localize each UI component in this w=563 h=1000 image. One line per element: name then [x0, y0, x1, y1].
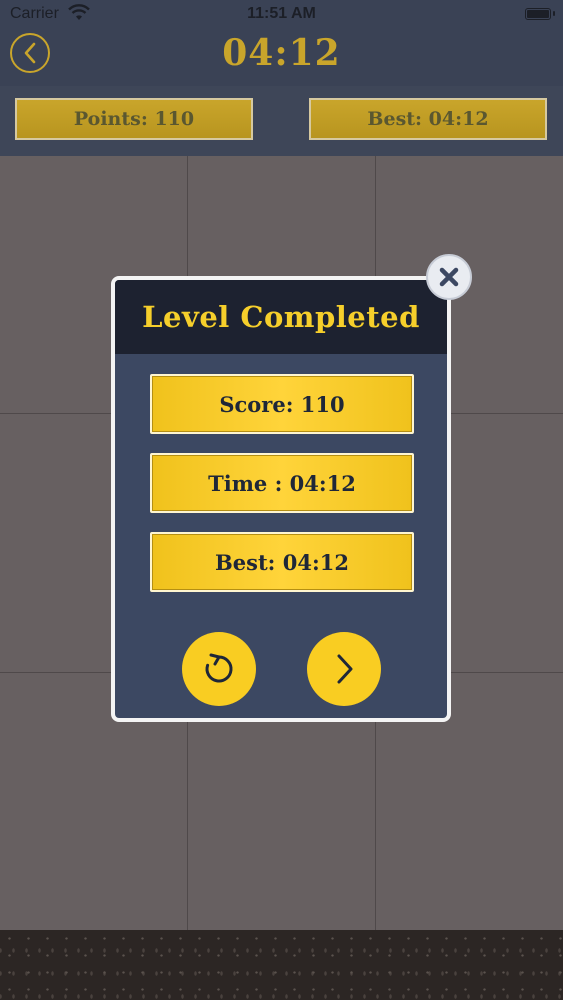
score-display: Score: 110	[150, 374, 414, 434]
restart-button[interactable]	[182, 632, 256, 706]
next-level-button[interactable]	[307, 632, 381, 706]
level-completed-dialog: Level Completed Score: 110 Time : 04:12 …	[111, 276, 451, 722]
best-time-badge: Best: 04:12	[309, 98, 547, 140]
battery-icon	[525, 8, 555, 20]
status-bar: Carrier 11:51 AM	[0, 0, 563, 30]
dialog-title: Level Completed	[142, 300, 420, 334]
game-timer: 04:12	[222, 32, 341, 74]
best-display: Best: 04:12	[150, 532, 414, 592]
dialog-header: Level Completed	[115, 280, 447, 354]
chevron-right-icon	[337, 654, 353, 684]
close-dialog-button[interactable]	[426, 254, 472, 300]
points-badge: Points: 110	[15, 98, 253, 140]
close-icon	[439, 267, 459, 287]
score-bar: Points: 110 Best: 04:12	[0, 86, 563, 156]
restart-icon	[205, 653, 233, 683]
game-header: 04:12	[0, 30, 563, 86]
time-display: Time : 04:12	[150, 453, 414, 513]
status-time: 11:51 AM	[247, 5, 316, 22]
bottom-texture	[0, 930, 563, 1000]
